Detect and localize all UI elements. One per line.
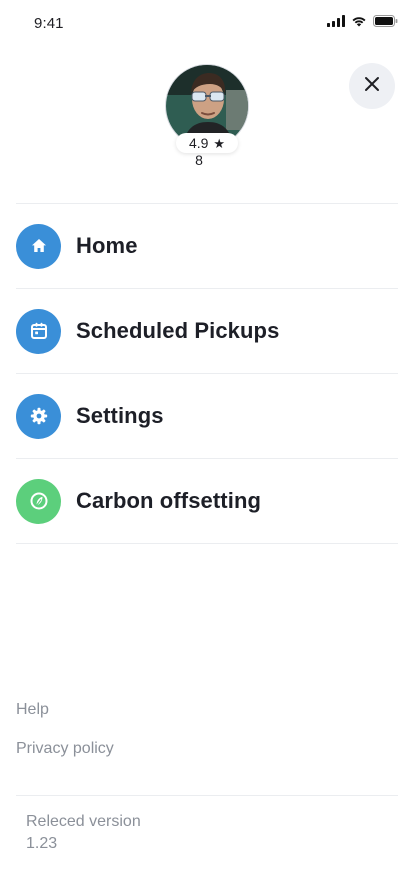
menu-label-carbon-offsetting: Carbon offsetting: [76, 488, 262, 513]
battery-icon: [373, 14, 398, 32]
status-icons: [327, 14, 398, 32]
release-version-number: 1.23: [26, 835, 58, 852]
leaf-icon: [16, 478, 61, 524]
menu-item-home[interactable]: Home: [16, 204, 398, 289]
menu-item-carbon-offsetting[interactable]: Carbon offsetting: [16, 459, 398, 544]
rides-count: 8: [195, 152, 203, 168]
status-time: 9:41: [34, 15, 64, 32]
calendar-icon: [16, 308, 61, 354]
menu-item-settings[interactable]: Settings: [16, 374, 398, 459]
gear-icon: [16, 393, 61, 439]
privacy-policy-link[interactable]: Privacy policy: [16, 740, 114, 758]
main-menu: Home Scheduled Pickups Settings Carbon o…: [16, 204, 398, 544]
cellular-signal-icon: [327, 14, 345, 32]
close-icon: [364, 76, 380, 97]
menu-label-home: Home: [76, 233, 138, 258]
menu-label-scheduled-pickups: Scheduled Pickups: [76, 318, 280, 343]
rating-badge: 4.9 ★: [176, 133, 238, 153]
status-bar: 9:41: [0, 0, 414, 48]
close-button[interactable]: [349, 63, 395, 109]
menu-label-settings: Settings: [76, 403, 164, 428]
star-icon: ★: [213, 135, 226, 151]
release-version: Releced version 1.23: [26, 811, 141, 855]
menu-item-scheduled-pickups[interactable]: Scheduled Pickups: [16, 289, 398, 374]
help-link[interactable]: Help: [16, 701, 49, 719]
home-icon: [16, 223, 61, 269]
rating-value: 4.9: [188, 135, 209, 151]
release-version-label: Releced version: [26, 813, 141, 830]
wifi-icon: [351, 14, 367, 32]
footer-divider: [16, 795, 398, 796]
